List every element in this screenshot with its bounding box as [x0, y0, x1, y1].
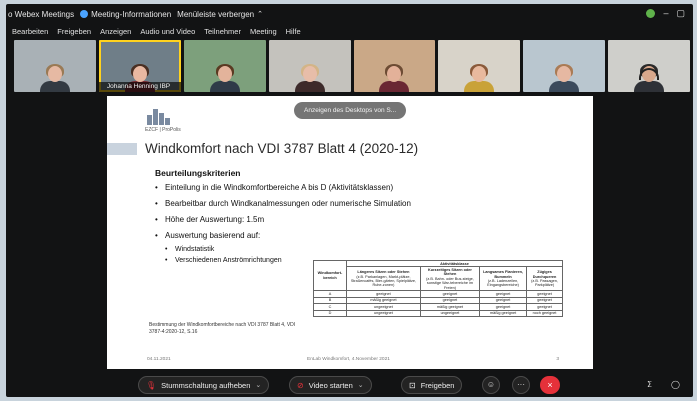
meeting-controls: 🎙 Stummschaltung aufheben ⌄ ⊘ Video star…	[6, 372, 693, 397]
chevron-down-icon[interactable]: ⌄	[255, 381, 261, 389]
start-video-button[interactable]: ⊘ Video starten ⌄	[289, 376, 372, 394]
title-accent	[107, 143, 137, 155]
more-options-button[interactable]: ···	[512, 376, 530, 394]
maximize-icon[interactable]: ▢	[676, 9, 685, 18]
participant-strip: Johanna Henning IBP	[14, 40, 690, 92]
sub-bullet-item: Windstatistik	[165, 246, 282, 253]
hide-menu-label: Menüleiste verbergen	[177, 9, 255, 19]
unmute-button[interactable]: 🎙 Stummschaltung aufheben ⌄	[138, 376, 270, 394]
sub-bullet-list: Windstatistik Verschiedenen Anströmricht…	[165, 246, 282, 268]
participant-avatar	[294, 64, 325, 92]
webex-window: o Webex Meetings Meeting-Informationen M…	[6, 4, 693, 397]
minimize-icon[interactable]: –	[663, 9, 668, 18]
table-caption: Bestimmung der Windkomfortbereiche nach …	[149, 322, 296, 335]
menu-item-freigeben[interactable]: Freigeben	[57, 27, 91, 36]
table-column-header: Kurzzeitiges Sitzen oder Stehen (z.B. Bah…	[419, 266, 481, 292]
share-button[interactable]: ⊡ Freigeben	[401, 376, 463, 394]
meeting-info-menu[interactable]: Meeting-Informationen	[80, 10, 171, 19]
table-column-header: Zügiges Durchqueren (z.B. Passagen, Parkp…	[526, 266, 563, 292]
microphone-muted-icon: 🎙	[146, 380, 157, 390]
app-name: o Webex Meetings	[8, 9, 75, 19]
section-heading: Beurteilungskriterien	[155, 168, 241, 178]
video-off-icon: ⊘	[297, 380, 304, 390]
table-column-header: Langsames Flanieren, Bummeln (z.B. Ladenz…	[479, 266, 528, 292]
title-bar: o Webex Meetings Meeting-Informationen M…	[6, 4, 693, 24]
menu-item-audio-video[interactable]: Audio und Video	[140, 27, 195, 36]
participant-avatar	[464, 64, 495, 92]
participant-video-tile[interactable]	[183, 40, 266, 92]
bullet-item: Auswertung basierend auf:	[155, 231, 411, 240]
participant-video-tile[interactable]	[14, 40, 96, 92]
menu-item-meeting[interactable]: Meeting	[250, 27, 277, 36]
footer-page-number: 3	[556, 357, 559, 362]
participant-avatar	[634, 64, 665, 92]
share-label: Freigeben	[420, 380, 455, 390]
table-column-header: Längeres Sitzen oder Stehen (z.B. Parkanl…	[345, 266, 421, 292]
footer-date: 04.11.2021	[147, 357, 171, 362]
table-row: Dungeeignet ungeeignet mäßig geeignet noch …	[313, 309, 563, 318]
menu-item-teilnehmer[interactable]: Teilnehmer	[204, 27, 241, 36]
participant-avatar	[39, 64, 70, 92]
sub-bullet-item: Verschiedenen Anströmrichtungen	[165, 257, 282, 264]
menu-item-hilfe[interactable]: Hilfe	[286, 27, 301, 36]
menu-item-bearbeiten[interactable]: Bearbeiten	[12, 27, 48, 36]
participant-video-tile[interactable]	[353, 40, 436, 92]
slide-title: Windkomfort nach VDI 3787 Blatt 4 (2020-…	[145, 141, 419, 156]
menu-bar: Bearbeiten Freigeben Anzeigen Audio und …	[6, 24, 693, 38]
participant-video-tile[interactable]: Johanna Henning IBP	[98, 40, 181, 92]
reactions-icon[interactable]: ☺	[482, 376, 500, 394]
shared-slide: EZCF | ProPolis Windkomfort nach VDI 378…	[107, 96, 593, 369]
menu-item-anzeigen[interactable]: Anzeigen	[100, 27, 131, 36]
participant-video-tile[interactable]	[523, 40, 606, 92]
meeting-info-label: Meeting-Informationen	[91, 9, 172, 19]
participants-icon[interactable]: ⵉ	[647, 380, 652, 389]
bullet-item: Einteilung in die Windkomfortbereiche A …	[155, 183, 411, 192]
start-video-label: Video starten	[308, 380, 353, 390]
leave-meeting-button[interactable]: ×	[540, 376, 560, 394]
chat-icon[interactable]: ◯	[671, 380, 680, 389]
participant-avatar	[379, 64, 410, 92]
institute-logo: EZCF | ProPolis	[145, 107, 185, 133]
chevron-up-icon: ⌃	[257, 11, 263, 18]
status-icon	[646, 9, 656, 18]
participant-video-tile[interactable]	[608, 40, 690, 92]
participant-name: Johanna Henning IBP	[98, 82, 181, 92]
info-icon	[80, 10, 89, 18]
share-screen-icon: ⊡	[409, 380, 416, 390]
chevron-down-icon[interactable]: ⌄	[358, 381, 364, 389]
participant-video-tile[interactable]	[438, 40, 521, 92]
comfort-table: Windkomfort-bereich Aktivitätsklasse Län…	[313, 259, 564, 318]
unmute-label: Stummschaltung aufheben	[161, 380, 251, 390]
participant-video-tile[interactable]	[268, 40, 351, 92]
bullet-item: Höhe der Auswertung: 1.5m	[155, 215, 411, 224]
desktop-share-indicator[interactable]: Anzeigen des Desktops von S...	[294, 102, 407, 119]
bullet-list: Einteilung in die Windkomfortbereiche A …	[155, 183, 411, 247]
footer-event: EnLab Windkomfort, 4.November 2021	[307, 357, 390, 362]
bullet-item: Bearbeitbar durch Windkanalmessungen ode…	[155, 199, 411, 208]
hide-menu-toggle[interactable]: Menüleiste verbergen ⌃	[177, 10, 263, 19]
participant-avatar	[549, 64, 580, 92]
participant-avatar	[209, 64, 240, 92]
table-row-header: Windkomfort-bereich	[313, 259, 347, 292]
window-controls: – ▢	[646, 9, 685, 18]
